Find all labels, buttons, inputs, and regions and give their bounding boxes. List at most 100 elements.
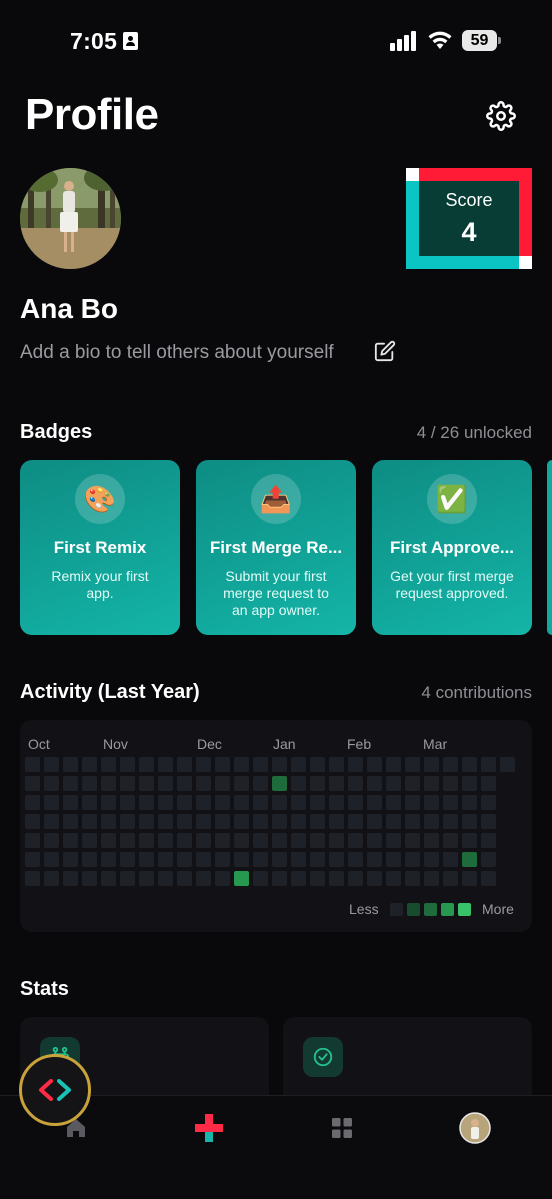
contribution-cell (25, 757, 40, 772)
nav-profile[interactable] (455, 1110, 495, 1146)
contribution-cell (101, 852, 116, 867)
contribution-cell (25, 776, 40, 791)
activity-heatmap: Oct Nov Dec Jan Feb Mar Less More (20, 720, 532, 932)
edit-icon (374, 340, 396, 362)
id-card-icon (123, 32, 138, 50)
contribution-cell (177, 776, 192, 791)
contribution-cell (63, 871, 78, 886)
contribution-cell (139, 776, 154, 791)
contribution-cell (215, 852, 230, 867)
contribution-cell (215, 871, 230, 886)
bio-placeholder[interactable]: Add a bio to tell others about yourself (20, 342, 334, 364)
score-value: 4 (461, 216, 477, 247)
contribution-cell (25, 833, 40, 848)
page-title: Profile (25, 90, 159, 139)
badge-card-first-remix[interactable]: 🎨 First Remix Remix your first app. (20, 460, 180, 635)
contribution-cell (44, 814, 59, 829)
contribution-cell (234, 852, 249, 867)
outbox-tray-icon: 📤 (259, 483, 293, 514)
badge-card-first-merge-request[interactable]: 📤 First Merge Re... Submit your first me… (196, 460, 356, 635)
badge-description: Get your first merge request approved. (390, 568, 514, 601)
contribution-cell (405, 871, 420, 886)
contribution-cell (272, 757, 287, 772)
contribution-cell (120, 852, 135, 867)
contribution-cell (367, 795, 382, 810)
palette-icon: 🎨 (83, 483, 117, 514)
contribution-cell (44, 852, 59, 867)
badge-card-next-peek[interactable] (547, 460, 552, 635)
contribution-cell (177, 795, 192, 810)
contribution-cell (120, 833, 135, 848)
battery-icon: 59 (462, 30, 502, 51)
contribution-cell (386, 795, 401, 810)
contribution-cell (25, 871, 40, 886)
contribution-cell (63, 757, 78, 772)
contribution-cell (462, 795, 477, 810)
contribution-cell (291, 814, 306, 829)
contribution-cell (253, 814, 268, 829)
contribution-cell (196, 757, 211, 772)
contribution-cell (348, 795, 363, 810)
contribution-cell (386, 871, 401, 886)
contribution-cell (462, 757, 477, 772)
contribution-cell (443, 871, 458, 886)
contribution-cell (44, 871, 59, 886)
month-label: Nov (103, 736, 128, 752)
contribution-cell (82, 852, 97, 867)
contribution-cell (310, 776, 325, 791)
contribution-cell (405, 776, 420, 791)
badge-card-first-approved[interactable]: ✅ First Approve... Get your first merge … (372, 460, 532, 635)
contribution-cell (424, 852, 439, 867)
stat-icon-wrap (303, 1037, 343, 1077)
nav-apps[interactable] (322, 1110, 362, 1146)
contribution-cell (196, 814, 211, 829)
month-label: Oct (28, 736, 50, 752)
contribution-cell (63, 852, 78, 867)
contribution-cell (443, 757, 458, 772)
edit-bio-button[interactable] (374, 340, 396, 362)
code-fab-button[interactable] (19, 1054, 91, 1126)
contribution-cell (329, 814, 344, 829)
contribution-cell (291, 776, 306, 791)
contribution-cell (272, 871, 287, 886)
contribution-cell (424, 833, 439, 848)
contribution-cell (196, 852, 211, 867)
contribution-cell (177, 757, 192, 772)
contribution-cell (405, 757, 420, 772)
check-mark-icon: ✅ (435, 483, 469, 514)
contribution-cell (329, 776, 344, 791)
contribution-cell (462, 852, 477, 867)
status-time: 7:05 (70, 28, 118, 54)
settings-button[interactable] (482, 97, 520, 135)
contribution-cell (177, 814, 192, 829)
score-card: Score 4 (406, 168, 532, 269)
contribution-cell (120, 814, 135, 829)
contribution-cell (158, 852, 173, 867)
contribution-cell (120, 795, 135, 810)
contribution-cell (44, 833, 59, 848)
avatar[interactable] (20, 168, 121, 269)
contribution-cell (139, 757, 154, 772)
stats-section-title: Stats (20, 978, 69, 1000)
contribution-cell (481, 833, 496, 848)
month-label: Mar (423, 736, 448, 752)
contribution-cell (367, 814, 382, 829)
legend-cell (407, 903, 420, 916)
month-label: Dec (197, 736, 222, 752)
legend-cell (424, 903, 437, 916)
contribution-cell (158, 814, 173, 829)
contribution-cell (82, 833, 97, 848)
contribution-cell (481, 814, 496, 829)
badge-title: First Remix (53, 538, 147, 557)
legend-cell (458, 903, 471, 916)
contribution-cell (139, 871, 154, 886)
user-name: Ana Bo (20, 293, 118, 324)
contribution-cell (44, 757, 59, 772)
contribution-cell (177, 833, 192, 848)
contribution-cell (443, 776, 458, 791)
contribution-cell (158, 757, 173, 772)
contribution-cell (443, 814, 458, 829)
contribution-cell (310, 814, 325, 829)
contribution-cell (215, 833, 230, 848)
nav-create[interactable] (189, 1110, 229, 1146)
